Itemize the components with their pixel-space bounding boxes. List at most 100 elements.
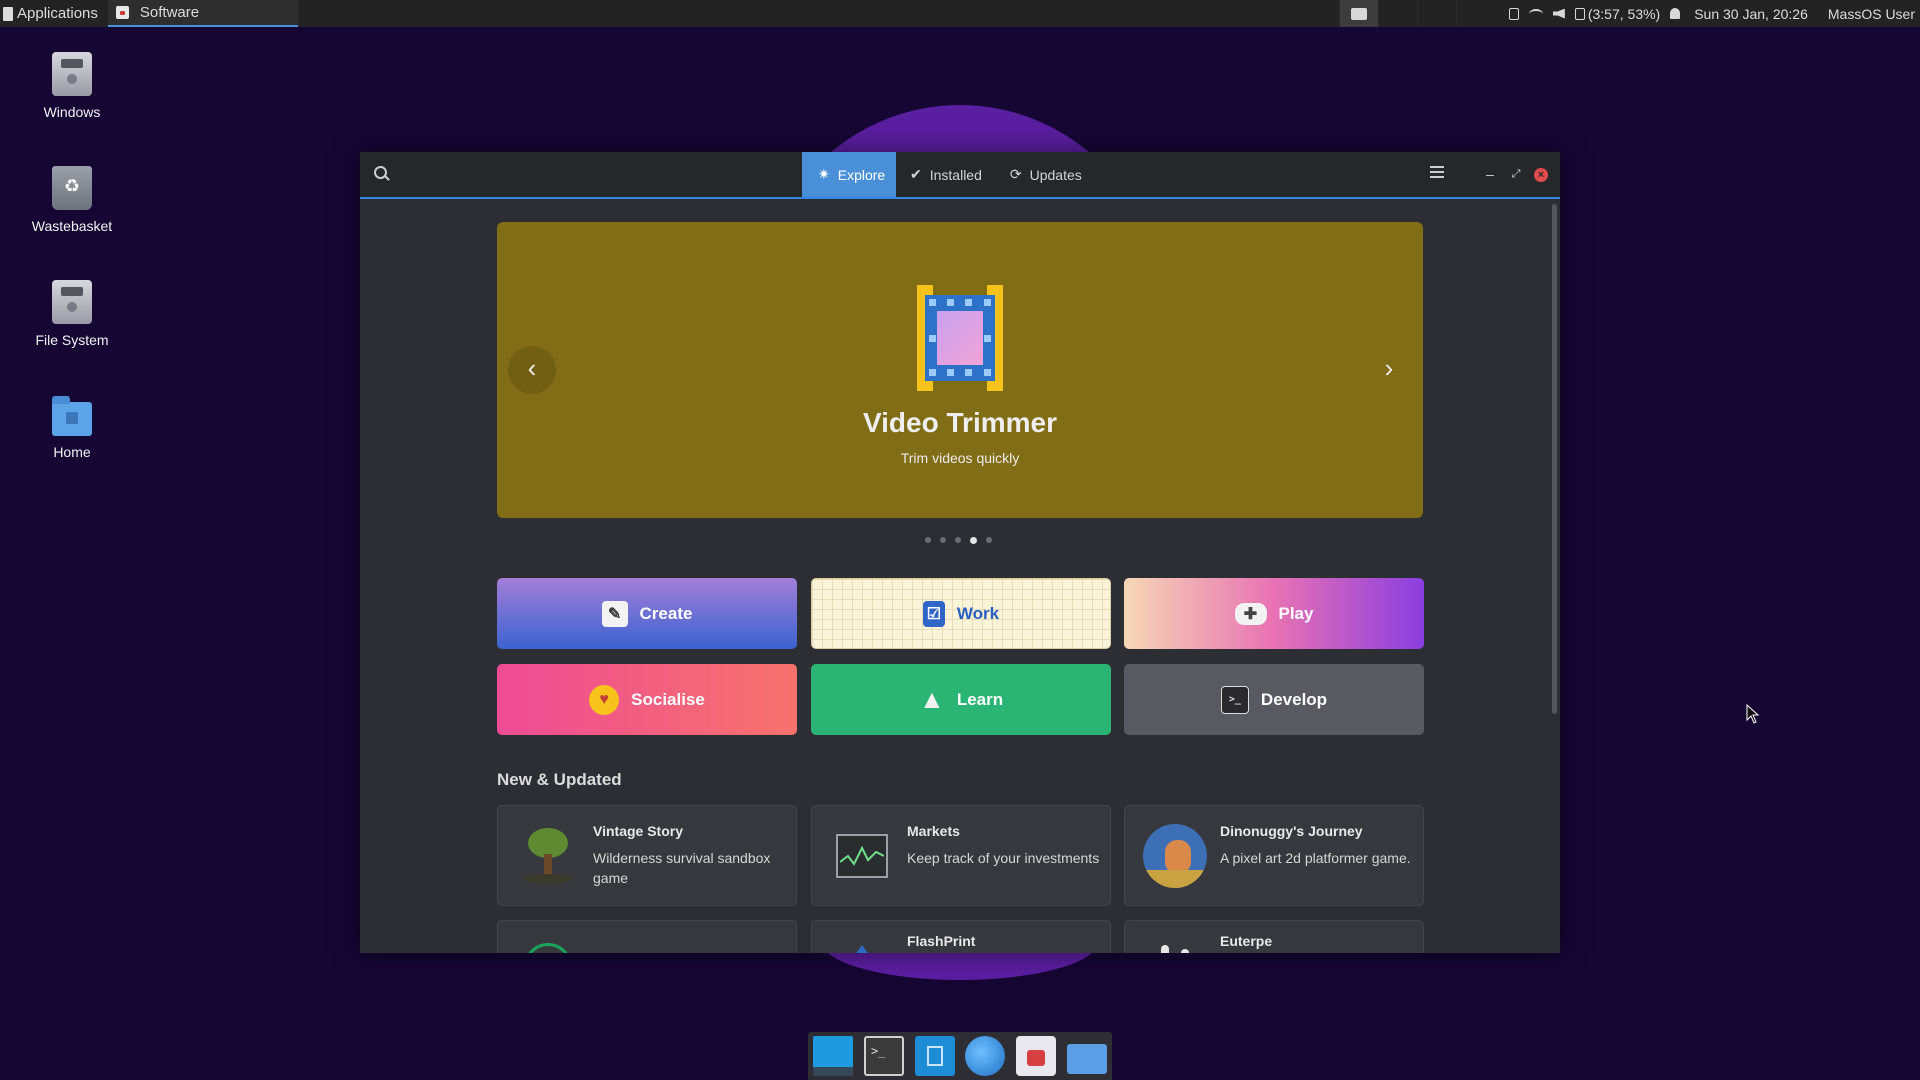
tab-explore[interactable]: ✷ Explore [802, 152, 896, 197]
wifi-icon[interactable] [1528, 8, 1543, 19]
maximize-button[interactable]: ⤢ [1506, 164, 1526, 184]
carousel-indicator [925, 536, 992, 544]
app-card-dinonuggys-journey[interactable]: Dinonuggy's Journey A pixel art 2d platf… [1124, 805, 1424, 906]
app-card-vintage-story[interactable]: Vintage Story Wilderness survival sandbo… [497, 805, 797, 906]
terminal-icon[interactable]: >_ [863, 1036, 904, 1076]
header-bar: ✷ Explore ✔ Installed ⟳ Updates – ⤢ × [360, 152, 1560, 199]
minimize-button[interactable]: – [1480, 164, 1500, 184]
search-button[interactable] [374, 166, 392, 184]
volume-icon[interactable] [1552, 8, 1565, 19]
tab-updates[interactable]: ⟳ Updates [996, 152, 1096, 197]
taskbar-item-label: Software [139, 4, 200, 21]
dinonuggys-journey-icon [1143, 824, 1207, 888]
category-label: Socialise [631, 689, 705, 709]
desktop-icon-label: Windows [43, 104, 101, 120]
desktop-icon-label: Wastebasket [31, 218, 113, 234]
notification-icon[interactable] [1670, 8, 1681, 19]
carousel-dot[interactable] [925, 537, 931, 543]
workspace-2[interactable] [1377, 0, 1417, 27]
terminal-icon: >_ [1220, 685, 1249, 714]
category-socialise[interactable]: ♥ Socialise [497, 664, 797, 735]
tab-label: Updates [1029, 166, 1082, 183]
app-icon [516, 939, 580, 953]
markets-icon [830, 824, 894, 888]
text-editor-icon[interactable] [914, 1036, 955, 1076]
workspace-4[interactable] [1455, 0, 1495, 27]
flashprint-icon [830, 939, 894, 953]
top-panel: Applications Software (3:57, 53%) Sun 30… [0, 0, 1920, 27]
desktop-icon-label: File System [35, 332, 109, 348]
checklist-icon: ☑ [922, 600, 945, 627]
carousel-dot-active[interactable] [970, 536, 977, 544]
battery-icon [1574, 7, 1585, 20]
tab-label: Installed [929, 166, 982, 183]
clock[interactable]: Sun 30 Jan, 20:26 [1694, 6, 1808, 22]
web-browser-icon[interactable] [965, 1036, 1006, 1076]
paint-icon: ✎ [601, 600, 628, 627]
category-label: Develop [1260, 689, 1328, 709]
gamepad-icon: ✚ [1234, 602, 1267, 625]
euterpe-icon [1143, 939, 1207, 953]
clipboard-icon[interactable] [1508, 7, 1519, 20]
software-window: ✷ Explore ✔ Installed ⟳ Updates – ⤢ × Vi… [360, 152, 1560, 953]
desktop-icon-wastebasket[interactable]: Wastebasket [12, 166, 132, 234]
dock: >_ [808, 1032, 1112, 1080]
applications-menu[interactable]: Applications [0, 0, 102, 27]
taskbar-item-software[interactable]: Software [107, 0, 298, 27]
carousel-dot[interactable] [986, 537, 992, 543]
app-description: Wilderness survival sandbox game [593, 850, 771, 886]
software-icon [115, 6, 129, 19]
paper-plane-icon: ▲ [918, 684, 945, 714]
scrollbar[interactable] [1552, 204, 1557, 714]
category-label: Learn [956, 689, 1004, 709]
featured-subtitle: Trim videos quickly [900, 450, 1020, 466]
folder-icon [52, 396, 92, 436]
app-card[interactable] [497, 920, 797, 953]
trash-icon [52, 166, 92, 210]
user-menu[interactable]: MassOS User [1828, 6, 1915, 22]
view-switcher: ✷ Explore ✔ Installed ⟳ Updates [802, 152, 1096, 197]
carousel-next-button[interactable]: › [1365, 346, 1413, 394]
software-store-icon[interactable] [1015, 1036, 1056, 1076]
close-button[interactable]: × [1534, 168, 1548, 182]
refresh-icon: ⟳ [1009, 166, 1022, 182]
category-work[interactable]: ☑ Work [811, 578, 1111, 649]
app-name: Dinonuggy's Journey [1220, 823, 1363, 839]
workspace-1[interactable] [1338, 0, 1378, 27]
desktop-icon-windows[interactable]: Windows [12, 52, 132, 120]
app-description: A pixel art 2d platformer game. [1220, 850, 1411, 866]
battery-indicator[interactable]: (3:57, 53%) [1574, 6, 1660, 22]
category-label: Create [639, 603, 693, 623]
tab-label: Explore [837, 166, 886, 183]
category-develop[interactable]: >_ Develop [1124, 664, 1424, 735]
vintage-story-icon [516, 824, 580, 888]
drive-icon [52, 52, 92, 96]
system-tray: (3:57, 53%) [1508, 6, 1681, 22]
carousel-dot[interactable] [955, 537, 961, 543]
category-learn[interactable]: ▲ Learn [811, 664, 1111, 735]
main-menu-button[interactable] [1430, 166, 1444, 180]
category-play[interactable]: ✚ Play [1124, 578, 1424, 649]
app-card-markets[interactable]: Markets Keep track of your investments [811, 805, 1111, 906]
carousel-previous-button[interactable]: ‹ [508, 346, 556, 394]
show-desktop-icon[interactable] [813, 1036, 854, 1076]
carousel-dot[interactable] [940, 537, 946, 543]
app-name: Euterpe [1220, 933, 1273, 949]
featured-carousel[interactable]: Video Trimmer Trim videos quickly ‹ › [497, 222, 1423, 518]
file-manager-icon[interactable] [1066, 1044, 1107, 1074]
app-description: Keep track of your investments [907, 850, 1100, 866]
desktop-icon-file-system[interactable]: File System [12, 280, 132, 348]
category-label: Play [1278, 603, 1314, 623]
tab-installed[interactable]: ✔ Installed [896, 152, 996, 197]
desktop-icon-home[interactable]: Home [12, 394, 132, 460]
video-trimmer-icon [907, 285, 1013, 391]
workspace-switcher[interactable] [1338, 0, 1495, 27]
app-name: Markets [907, 823, 960, 839]
category-create[interactable]: ✎ Create [497, 578, 797, 649]
app-card-flashprint[interactable]: FlashPrint [811, 920, 1111, 953]
drive-icon [52, 280, 92, 324]
check-icon: ✔ [910, 166, 922, 182]
app-name: Vintage Story [593, 823, 683, 839]
app-card-euterpe[interactable]: Euterpe [1124, 920, 1424, 953]
workspace-3[interactable] [1416, 0, 1456, 27]
